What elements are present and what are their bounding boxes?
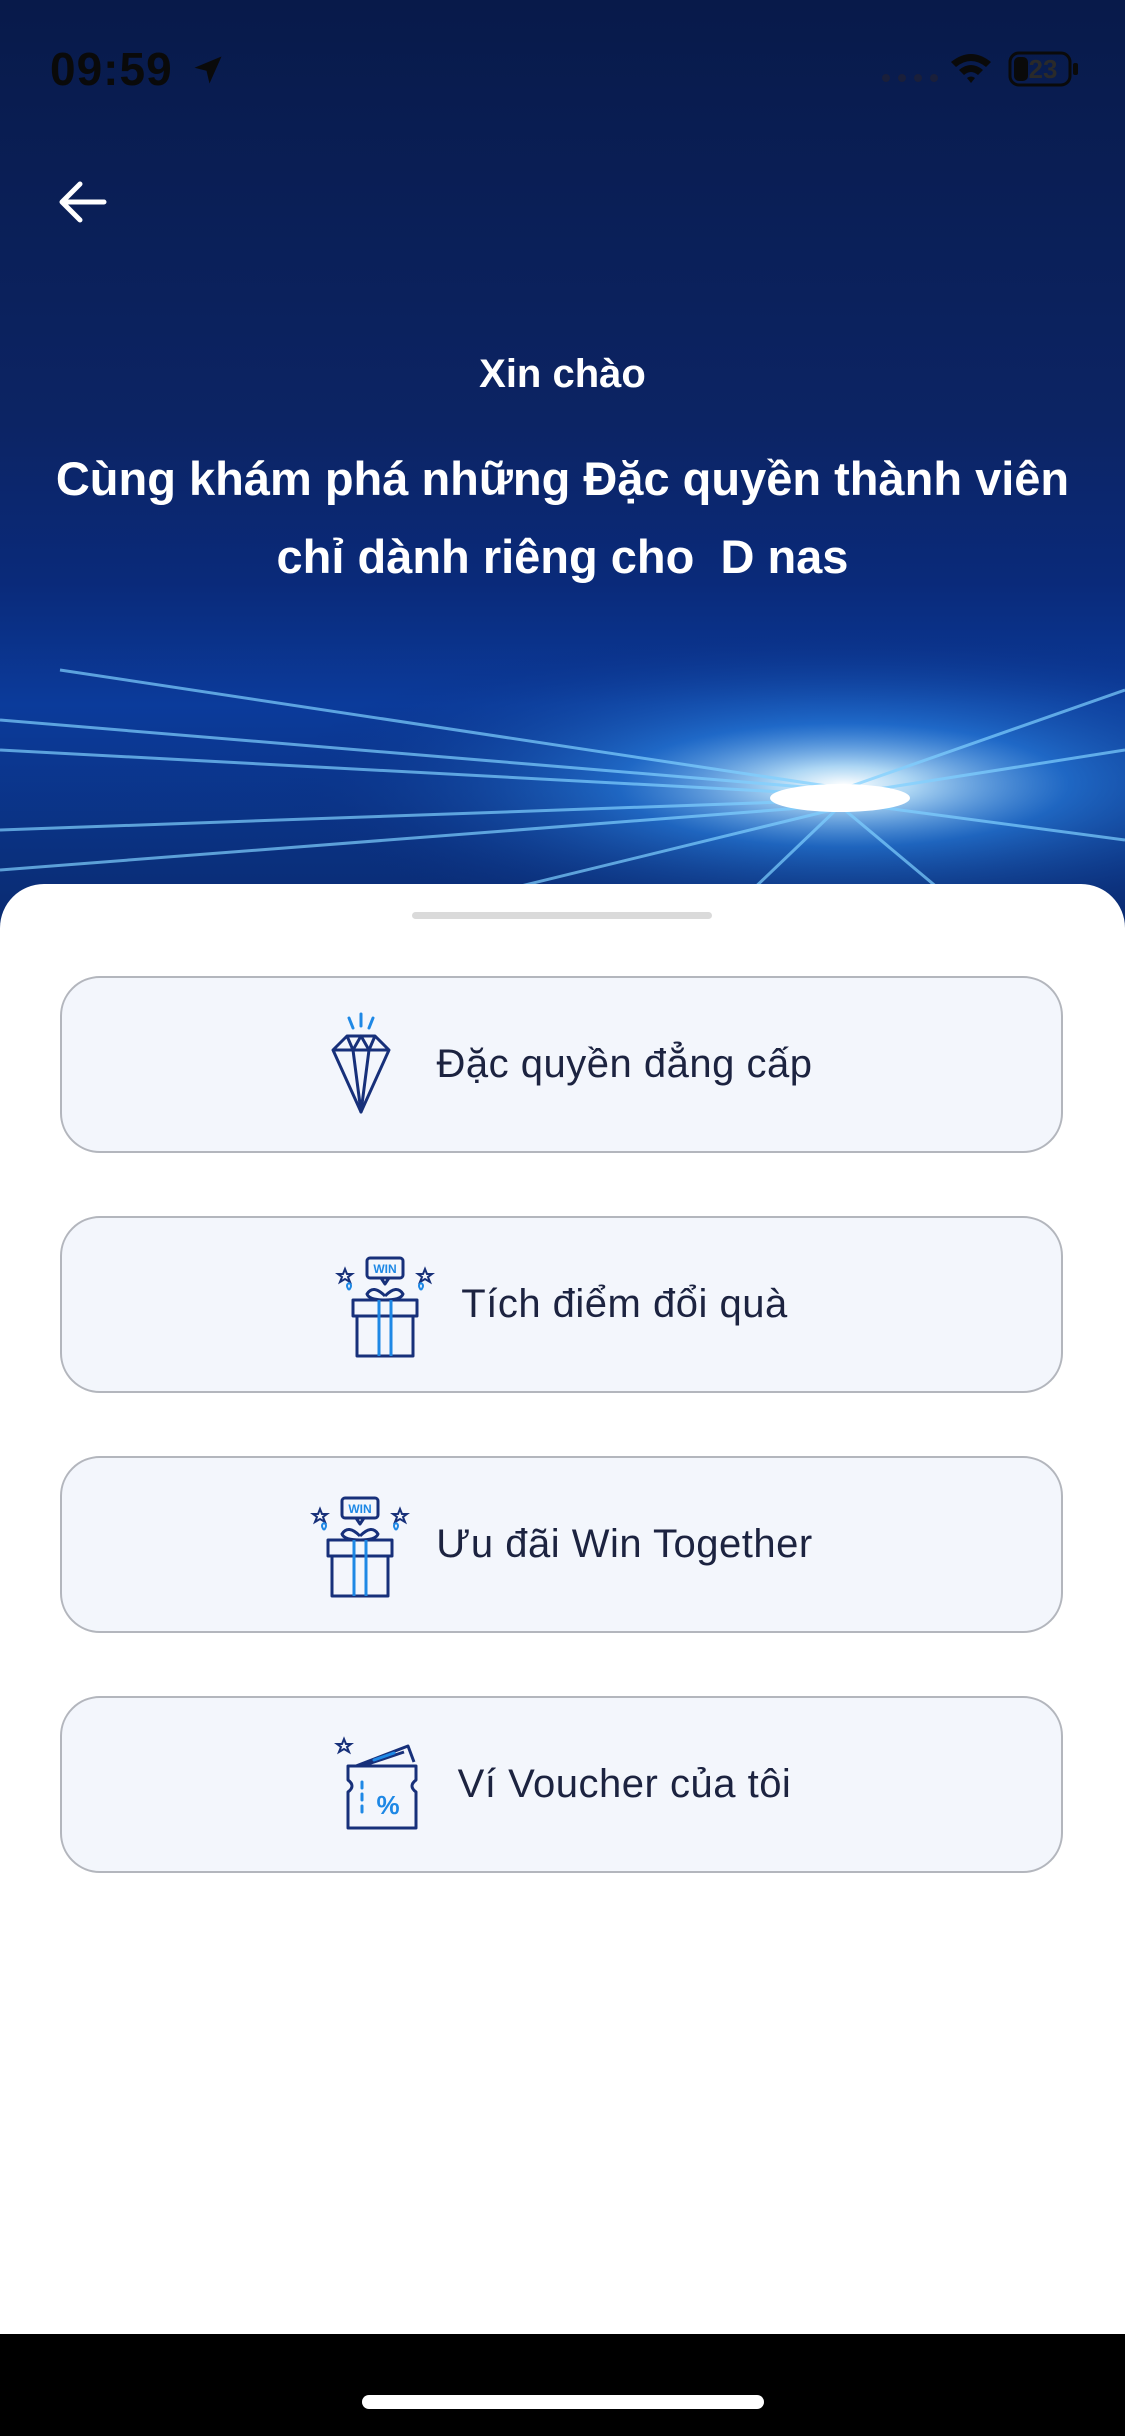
headline-line-2: chỉ dành riêng cho D nas [276,530,849,583]
diamond-icon [331,1012,391,1113]
voucher-icon: % [333,1735,418,1829]
menu-item-label: Đặc quyền đẳng cấp [436,1042,813,1086]
menu-item-voucher-wallet[interactable]: % Ví Voucher của tôi [60,1696,1063,1873]
bottom-sheet: Đặc quyền đẳng cấp WIN Tích điểm đổi quà [0,884,1125,2334]
hero-banner: 09:59 23 Xin chào Cùng khám phá những Đặ… [0,0,1125,940]
location-arrow-icon [194,56,222,84]
battery-level: 23 [1028,54,1058,84]
wifi-icon [951,54,991,83]
headline-line-1: Cùng khám phá những Đặc quyền thành viên [55,452,1070,505]
menu-item-label: Tích điểm đổi quà [461,1282,788,1326]
bottom-system-bar [0,2334,1125,2436]
menu-item-earn-points[interactable]: WIN Tích điểm đổi quà [60,1216,1063,1393]
arrow-left-icon [59,181,107,223]
home-indicator[interactable] [362,2395,764,2409]
win-tag-text: WIN [374,1262,397,1276]
status-time: 09:59 [50,43,173,95]
gift-win-icon: WIN [310,1496,411,1597]
win-tag-text: WIN [349,1502,372,1516]
greeting-text: Xin chào [479,352,646,396]
headline-text: Cùng khám phá những Đặc quyền thành viên… [0,440,1125,596]
menu-item-label: Ưu đãi Win Together [436,1522,813,1566]
cellular-signal-icon [882,74,938,82]
menu-item-exclusive-privileges[interactable]: Đặc quyền đẳng cấp [60,976,1063,1153]
status-bar: 09:59 23 [0,0,1125,140]
menu-item-label: Ví Voucher của tôi [457,1762,792,1806]
sheet-drag-handle[interactable] [412,912,712,919]
menu-item-win-together[interactable]: WIN Ưu đãi Win Together [60,1456,1063,1633]
gift-win-icon: WIN [335,1256,436,1357]
back-button[interactable] [40,160,124,244]
percent-text: % [376,1790,399,1820]
